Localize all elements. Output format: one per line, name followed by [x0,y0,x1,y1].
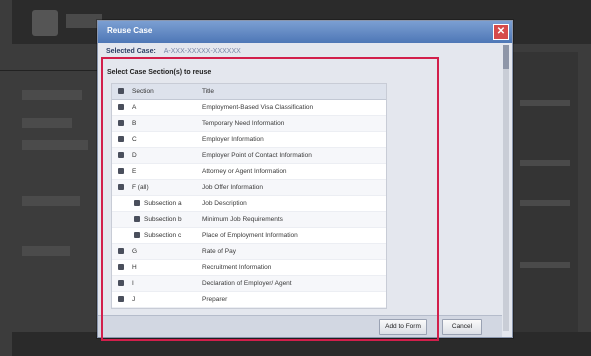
section-title: Declaration of Employer/ Agent [202,280,292,287]
section-title: Recruitment Information [202,264,272,271]
section-code: Subsection a [144,200,182,207]
dialog-title: Reuse Case [107,26,153,35]
table-body: A Employment-Based Visa Classification B Te… [112,100,386,308]
section-code: I [132,280,134,287]
add-to-form-button[interactable]: Add to Form [379,319,427,335]
section-code: D [132,152,137,159]
section-title: Employment-Based Visa Classification [202,104,314,111]
close-button[interactable]: ✕ [493,24,509,40]
section-checkbox[interactable] [118,280,124,286]
table-row[interactable]: Subsection a Job Description [112,196,386,212]
section-code: G [132,248,138,255]
dialog-footer: Add to Form Cancel [98,315,502,337]
section-code: A [132,104,137,111]
background-text [22,196,80,206]
selected-case-label: Selected Case: [106,48,156,55]
section-checkbox[interactable] [118,168,124,174]
section-code: B [132,120,137,127]
section-code: F (all) [132,184,149,191]
table-row[interactable]: E Attorney or Agent Information [112,164,386,180]
section-title: Place of Employment Information [202,232,298,239]
section-checkbox[interactable] [118,248,124,254]
section-checkbox[interactable] [118,120,124,126]
table-row[interactable]: D Employer Point of Contact Information [112,148,386,164]
section-checkbox[interactable] [118,184,124,190]
section-title: Employer Point of Contact Information [202,152,312,159]
table-row[interactable]: Subsection b Minimum Job Requirements [112,212,386,228]
section-code: H [132,264,137,271]
dialog-titlebar: Reuse Case ✕ [98,21,512,43]
scrollbar-track[interactable] [503,45,509,331]
table-header: Section Title [112,84,386,100]
table-row[interactable]: C Employer Information [112,132,386,148]
background-line [520,100,570,106]
section-title: Temporary Need Information [202,120,285,127]
table-row[interactable]: F (all) Job Offer Information [112,180,386,196]
background-line [520,160,570,166]
section-title: Job Offer Information [202,184,263,191]
section-checkbox[interactable] [134,200,140,206]
background-text [22,140,88,150]
select-all-checkbox[interactable] [118,88,124,94]
section-code: E [132,168,137,175]
section-title: Employer Information [202,136,264,143]
scrollbar-thumb[interactable] [503,45,509,69]
section-checkbox[interactable] [118,152,124,158]
section-checkbox[interactable] [134,232,140,238]
section-code: Subsection c [144,232,182,239]
section-checkbox[interactable] [118,136,124,142]
background-text [22,90,82,100]
selected-case-line: Selected Case: A-XXX-XXXXX-XXXXXX [106,48,241,55]
selected-case-value: A-XXX-XXXXX-XXXXXX [163,48,241,55]
section-code: J [132,296,136,303]
table-row[interactable]: H Recruitment Information [112,260,386,276]
table-row[interactable]: B Temporary Need Information [112,116,386,132]
cancel-button[interactable]: Cancel [442,319,482,335]
background-side-panel [512,52,578,332]
section-checkbox[interactable] [118,104,124,110]
section-title: Job Description [202,200,247,207]
background-text [22,246,70,256]
section-checkbox[interactable] [118,264,124,270]
section-checkbox[interactable] [134,216,140,222]
section-title: Minimum Job Requirements [202,216,283,223]
app-logo [32,10,58,36]
column-header-title: Title [202,88,215,95]
section-checkbox[interactable] [118,296,124,302]
table-row[interactable]: A Employment-Based Visa Classification [112,100,386,116]
close-icon: ✕ [496,26,506,37]
table-row[interactable]: J Preparer [112,292,386,308]
background-text [22,118,72,128]
column-header-section: Section [132,88,154,95]
section-code: C [132,136,137,143]
background-line [520,200,570,206]
section-table: Section Title A Employment-Based Visa Cla… [111,83,387,309]
background-line [520,262,570,268]
reuse-case-dialog: Reuse Case ✕ Selected Case: A-XXX-XXXXX-… [97,20,513,341]
table-row[interactable]: Subsection c Place of Employment Informat… [112,228,386,244]
callout-pointer-line [0,70,98,71]
section-title: Attorney or Agent Information [202,168,287,175]
table-row[interactable]: I Declaration of Employer/ Agent [112,276,386,292]
instruction-text: Select Case Section(s) to reuse [107,69,212,76]
table-row[interactable]: G Rate of Pay [112,244,386,260]
section-title: Preparer [202,296,228,303]
section-title: Rate of Pay [202,248,236,255]
section-code: Subsection b [144,216,182,223]
